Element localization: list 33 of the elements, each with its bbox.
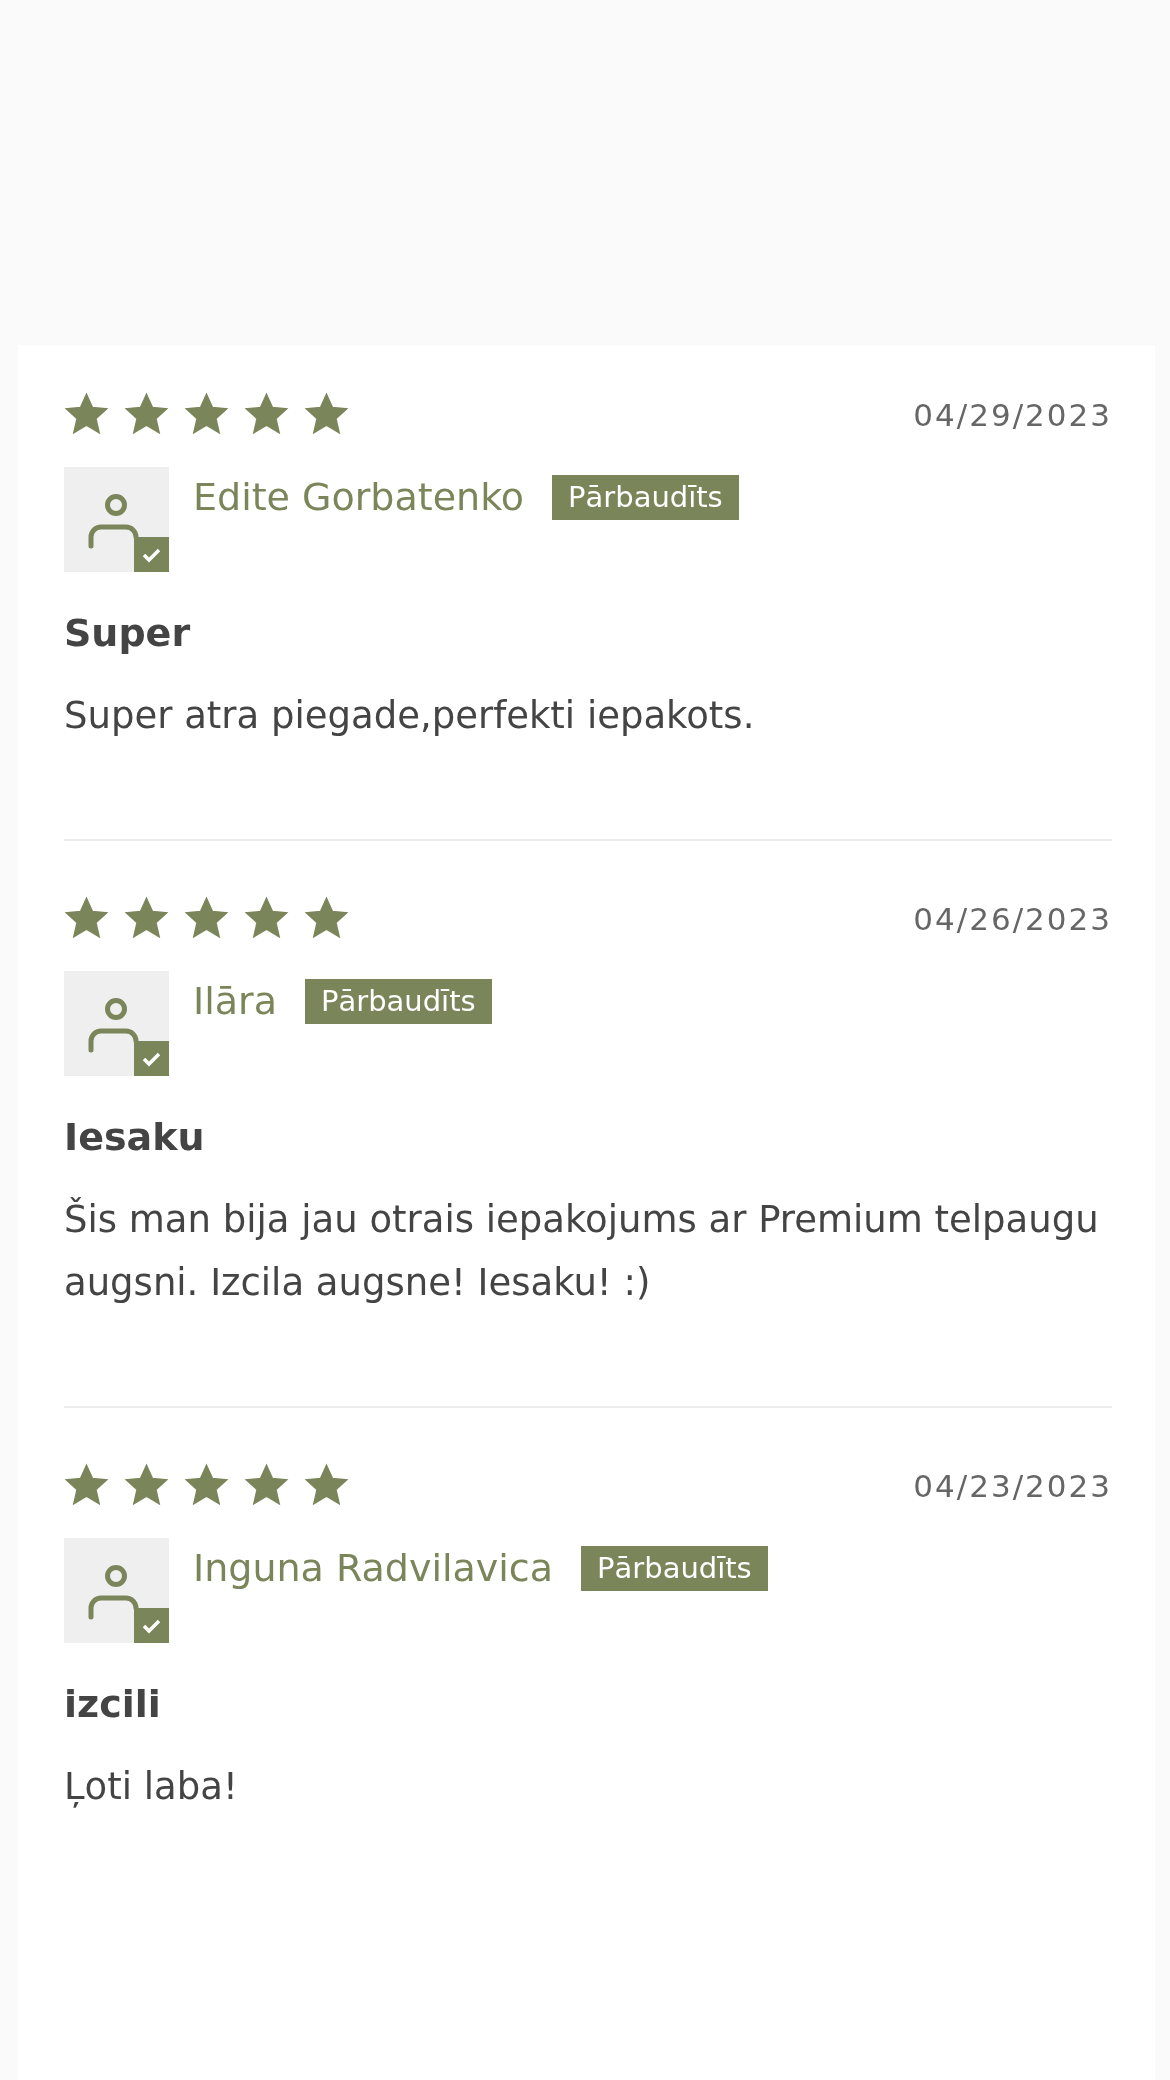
- reviewer-name: Inguna Radvilavica: [193, 1546, 554, 1591]
- star-icon: [304, 1463, 349, 1508]
- review-text: Šis man bija jau otrais iepakojums ar Premium telpaugu augsni. Izcila augsne! Iesaku! :): [64, 1196, 1100, 1306]
- avatar-icon: [64, 971, 169, 1076]
- star-icon: [184, 1463, 229, 1508]
- star-icon: [184, 392, 229, 437]
- review-text: Super atra piegade,perfekti iepakots.: [64, 693, 756, 739]
- reviewer-name: Edite Gorbatenko: [193, 475, 525, 520]
- verified-badge: Pārbaudīts: [581, 1546, 768, 1591]
- star-icon: [124, 896, 169, 941]
- avatar-icon: [64, 1538, 169, 1643]
- review-title: izcili: [64, 1681, 162, 1728]
- star-icon: [124, 392, 169, 437]
- review-text: Ļoti laba!: [64, 1764, 239, 1810]
- verified-badge: Pārbaudīts: [552, 475, 739, 520]
- star-icon: [244, 896, 289, 941]
- star-icon: [244, 392, 289, 437]
- verified-badge: Pārbaudīts: [304, 979, 492, 1024]
- star-icon: [124, 1463, 169, 1508]
- star-icon: [244, 1463, 289, 1508]
- avatar-icon: [64, 467, 169, 572]
- review-date: 04/23/2023: [913, 1467, 1112, 1504]
- review-date: 04/29/2023: [913, 396, 1112, 433]
- review-title: Super: [64, 610, 192, 657]
- review-title: Iesaku: [64, 1114, 206, 1161]
- star-icon: [64, 392, 109, 437]
- star-icon: [304, 392, 349, 437]
- star-icon: [64, 1463, 109, 1508]
- star-icon: [184, 896, 229, 941]
- star-icon: [304, 896, 349, 941]
- star-icon: [64, 896, 109, 941]
- reviewer-name: Ilāra: [193, 979, 277, 1024]
- review-date: 04/26/2023: [913, 900, 1112, 937]
